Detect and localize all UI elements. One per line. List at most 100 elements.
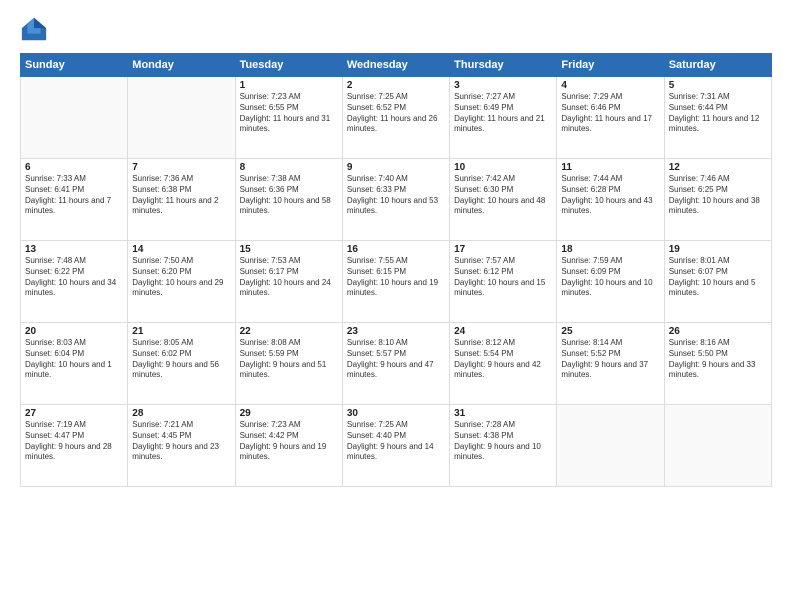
cell-5-3: 29Sunrise: 7:23 AM Sunset: 4:42 PM Dayli… <box>235 405 342 487</box>
day-info: Sunrise: 7:25 AM Sunset: 4:40 PM Dayligh… <box>347 420 445 463</box>
cell-1-4: 2Sunrise: 7:25 AM Sunset: 6:52 PM Daylig… <box>342 77 449 159</box>
day-number: 18 <box>561 244 659 255</box>
day-info: Sunrise: 8:08 AM Sunset: 5:59 PM Dayligh… <box>240 338 338 381</box>
day-number: 14 <box>132 244 230 255</box>
day-info: Sunrise: 8:03 AM Sunset: 6:04 PM Dayligh… <box>25 338 123 381</box>
day-info: Sunrise: 7:48 AM Sunset: 6:22 PM Dayligh… <box>25 256 123 299</box>
col-header-friday: Friday <box>557 54 664 77</box>
cell-3-4: 16Sunrise: 7:55 AM Sunset: 6:15 PM Dayli… <box>342 241 449 323</box>
cell-2-6: 11Sunrise: 7:44 AM Sunset: 6:28 PM Dayli… <box>557 159 664 241</box>
day-info: Sunrise: 8:05 AM Sunset: 6:02 PM Dayligh… <box>132 338 230 381</box>
calendar-table: SundayMondayTuesdayWednesdayThursdayFrid… <box>20 53 772 487</box>
day-number: 24 <box>454 326 552 337</box>
logo <box>20 15 52 43</box>
cell-4-4: 23Sunrise: 8:10 AM Sunset: 5:57 PM Dayli… <box>342 323 449 405</box>
cell-5-6 <box>557 405 664 487</box>
page: SundayMondayTuesdayWednesdayThursdayFrid… <box>0 0 792 612</box>
cell-2-3: 8Sunrise: 7:38 AM Sunset: 6:36 PM Daylig… <box>235 159 342 241</box>
cell-2-2: 7Sunrise: 7:36 AM Sunset: 6:38 PM Daylig… <box>128 159 235 241</box>
cell-1-7: 5Sunrise: 7:31 AM Sunset: 6:44 PM Daylig… <box>664 77 771 159</box>
cell-5-4: 30Sunrise: 7:25 AM Sunset: 4:40 PM Dayli… <box>342 405 449 487</box>
day-info: Sunrise: 7:25 AM Sunset: 6:52 PM Dayligh… <box>347 92 445 135</box>
week-row-3: 13Sunrise: 7:48 AM Sunset: 6:22 PM Dayli… <box>21 241 772 323</box>
day-number: 21 <box>132 326 230 337</box>
cell-2-5: 10Sunrise: 7:42 AM Sunset: 6:30 PM Dayli… <box>450 159 557 241</box>
cell-4-5: 24Sunrise: 8:12 AM Sunset: 5:54 PM Dayli… <box>450 323 557 405</box>
day-info: Sunrise: 7:57 AM Sunset: 6:12 PM Dayligh… <box>454 256 552 299</box>
day-number: 28 <box>132 408 230 419</box>
cell-1-1 <box>21 77 128 159</box>
cell-2-1: 6Sunrise: 7:33 AM Sunset: 6:41 PM Daylig… <box>21 159 128 241</box>
day-info: Sunrise: 7:59 AM Sunset: 6:09 PM Dayligh… <box>561 256 659 299</box>
day-info: Sunrise: 7:23 AM Sunset: 6:55 PM Dayligh… <box>240 92 338 135</box>
day-info: Sunrise: 8:14 AM Sunset: 5:52 PM Dayligh… <box>561 338 659 381</box>
cell-3-6: 18Sunrise: 7:59 AM Sunset: 6:09 PM Dayli… <box>557 241 664 323</box>
cell-4-2: 21Sunrise: 8:05 AM Sunset: 6:02 PM Dayli… <box>128 323 235 405</box>
day-info: Sunrise: 8:01 AM Sunset: 6:07 PM Dayligh… <box>669 256 767 299</box>
day-number: 22 <box>240 326 338 337</box>
day-number: 4 <box>561 80 659 91</box>
col-header-monday: Monday <box>128 54 235 77</box>
day-number: 2 <box>347 80 445 91</box>
cell-2-4: 9Sunrise: 7:40 AM Sunset: 6:33 PM Daylig… <box>342 159 449 241</box>
day-info: Sunrise: 7:46 AM Sunset: 6:25 PM Dayligh… <box>669 174 767 217</box>
day-info: Sunrise: 7:21 AM Sunset: 4:45 PM Dayligh… <box>132 420 230 463</box>
cell-5-1: 27Sunrise: 7:19 AM Sunset: 4:47 PM Dayli… <box>21 405 128 487</box>
week-row-2: 6Sunrise: 7:33 AM Sunset: 6:41 PM Daylig… <box>21 159 772 241</box>
day-info: Sunrise: 8:16 AM Sunset: 5:50 PM Dayligh… <box>669 338 767 381</box>
day-info: Sunrise: 7:36 AM Sunset: 6:38 PM Dayligh… <box>132 174 230 217</box>
cell-1-3: 1Sunrise: 7:23 AM Sunset: 6:55 PM Daylig… <box>235 77 342 159</box>
day-number: 10 <box>454 162 552 173</box>
day-info: Sunrise: 7:40 AM Sunset: 6:33 PM Dayligh… <box>347 174 445 217</box>
day-info: Sunrise: 7:44 AM Sunset: 6:28 PM Dayligh… <box>561 174 659 217</box>
cell-5-2: 28Sunrise: 7:21 AM Sunset: 4:45 PM Dayli… <box>128 405 235 487</box>
col-header-sunday: Sunday <box>21 54 128 77</box>
cell-3-1: 13Sunrise: 7:48 AM Sunset: 6:22 PM Dayli… <box>21 241 128 323</box>
day-info: Sunrise: 7:42 AM Sunset: 6:30 PM Dayligh… <box>454 174 552 217</box>
cell-4-6: 25Sunrise: 8:14 AM Sunset: 5:52 PM Dayli… <box>557 323 664 405</box>
cell-1-6: 4Sunrise: 7:29 AM Sunset: 6:46 PM Daylig… <box>557 77 664 159</box>
day-number: 7 <box>132 162 230 173</box>
cell-4-1: 20Sunrise: 8:03 AM Sunset: 6:04 PM Dayli… <box>21 323 128 405</box>
cell-1-5: 3Sunrise: 7:27 AM Sunset: 6:49 PM Daylig… <box>450 77 557 159</box>
header <box>20 15 772 43</box>
day-info: Sunrise: 7:53 AM Sunset: 6:17 PM Dayligh… <box>240 256 338 299</box>
day-number: 25 <box>561 326 659 337</box>
col-header-tuesday: Tuesday <box>235 54 342 77</box>
day-info: Sunrise: 8:10 AM Sunset: 5:57 PM Dayligh… <box>347 338 445 381</box>
cell-3-7: 19Sunrise: 8:01 AM Sunset: 6:07 PM Dayli… <box>664 241 771 323</box>
day-number: 31 <box>454 408 552 419</box>
day-number: 6 <box>25 162 123 173</box>
day-number: 26 <box>669 326 767 337</box>
day-info: Sunrise: 7:38 AM Sunset: 6:36 PM Dayligh… <box>240 174 338 217</box>
day-info: Sunrise: 7:19 AM Sunset: 4:47 PM Dayligh… <box>25 420 123 463</box>
col-header-saturday: Saturday <box>664 54 771 77</box>
day-number: 3 <box>454 80 552 91</box>
day-info: Sunrise: 7:23 AM Sunset: 4:42 PM Dayligh… <box>240 420 338 463</box>
day-number: 29 <box>240 408 338 419</box>
day-info: Sunrise: 8:12 AM Sunset: 5:54 PM Dayligh… <box>454 338 552 381</box>
week-row-4: 20Sunrise: 8:03 AM Sunset: 6:04 PM Dayli… <box>21 323 772 405</box>
day-number: 17 <box>454 244 552 255</box>
day-number: 11 <box>561 162 659 173</box>
cell-4-7: 26Sunrise: 8:16 AM Sunset: 5:50 PM Dayli… <box>664 323 771 405</box>
cell-3-2: 14Sunrise: 7:50 AM Sunset: 6:20 PM Dayli… <box>128 241 235 323</box>
cell-3-3: 15Sunrise: 7:53 AM Sunset: 6:17 PM Dayli… <box>235 241 342 323</box>
day-number: 30 <box>347 408 445 419</box>
day-number: 13 <box>25 244 123 255</box>
day-number: 9 <box>347 162 445 173</box>
cell-4-3: 22Sunrise: 8:08 AM Sunset: 5:59 PM Dayli… <box>235 323 342 405</box>
day-info: Sunrise: 7:33 AM Sunset: 6:41 PM Dayligh… <box>25 174 123 217</box>
logo-icon <box>20 15 48 43</box>
col-header-wednesday: Wednesday <box>342 54 449 77</box>
col-header-thursday: Thursday <box>450 54 557 77</box>
day-number: 20 <box>25 326 123 337</box>
cell-3-5: 17Sunrise: 7:57 AM Sunset: 6:12 PM Dayli… <box>450 241 557 323</box>
day-number: 19 <box>669 244 767 255</box>
day-info: Sunrise: 7:55 AM Sunset: 6:15 PM Dayligh… <box>347 256 445 299</box>
day-info: Sunrise: 7:29 AM Sunset: 6:46 PM Dayligh… <box>561 92 659 135</box>
cell-1-2 <box>128 77 235 159</box>
day-info: Sunrise: 7:27 AM Sunset: 6:49 PM Dayligh… <box>454 92 552 135</box>
day-number: 15 <box>240 244 338 255</box>
day-info: Sunrise: 7:28 AM Sunset: 4:38 PM Dayligh… <box>454 420 552 463</box>
